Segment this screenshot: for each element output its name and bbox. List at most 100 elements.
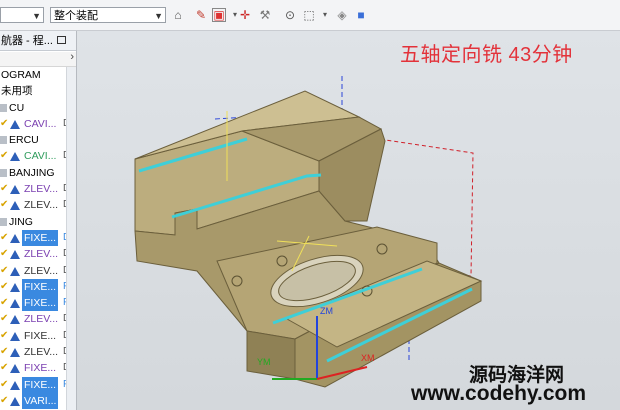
navigator-row-label: ZLEV...	[24, 183, 59, 196]
navigator-row-label: ZLEV...	[24, 264, 59, 277]
status-check-icon: ✔	[0, 394, 9, 406]
navigator-row[interactable]: 未用项	[0, 83, 76, 99]
operation-icon	[9, 119, 21, 130]
box-select-icon[interactable]: ⬚	[302, 8, 316, 22]
snap-point-icon[interactable]: ✎	[194, 8, 208, 22]
navigator-row[interactable]: ✔FIXE...D	[0, 229, 76, 246]
navigator-row[interactable]: ✔ZLEV...D	[0, 246, 76, 262]
navigator-row[interactable]: OGRAM	[0, 67, 76, 83]
navigator-row-label: FIXE...	[22, 278, 59, 295]
scroll-right-icon[interactable]: ›	[70, 51, 74, 63]
navigator-row[interactable]: ✔FIXE...F	[0, 278, 76, 295]
operation-icon	[9, 331, 21, 342]
dropdown-arrow-icon[interactable]: ▾	[318, 8, 332, 22]
move-icon[interactable]: ✛	[238, 8, 252, 22]
select-type-icon[interactable]: ▣	[212, 8, 226, 22]
navigator-row[interactable]: ✔ZLEV...D	[0, 181, 76, 197]
navigator-row-label: ERCU	[9, 134, 39, 147]
operation-icon	[9, 200, 21, 211]
selection-filter-icon[interactable]: ⌂	[171, 8, 185, 22]
program-group-icon	[0, 168, 7, 177]
navigator-row-label: FIXE...	[24, 362, 57, 375]
navigator-row[interactable]: ✔ZLEV...D	[0, 263, 76, 279]
graphics-viewport[interactable]: ZM YM XM 五轴定向铣 43分钟 源码海洋网 www.codehy.com	[77, 31, 620, 410]
navigator-row-label: ZLEV...	[24, 346, 59, 359]
navigator-row[interactable]: ERCU	[0, 132, 76, 148]
navigator-tree: OGRAM未用项CU✔CAVI...DERCU✔CAVI...DBANJING✔…	[0, 67, 76, 409]
navigator-row-label: CAVI...	[24, 117, 57, 130]
operation-icon	[9, 380, 21, 391]
point-icon[interactable]: ⊙	[283, 8, 297, 22]
navigator-header: 航器 - 程...	[0, 31, 76, 51]
navigator-row[interactable]: ✔CAVI...D	[0, 148, 76, 164]
assembly-scope-value: 整个装配	[54, 10, 98, 22]
navigator-row-label: FIXE...	[22, 295, 59, 312]
program-group-icon	[0, 217, 7, 226]
navigator-row[interactable]: CU	[0, 100, 76, 116]
operation-icon	[9, 298, 21, 309]
navigator-row[interactable]: ✔ZLEV...D	[0, 197, 76, 213]
navigator-row-label: 未用项	[1, 85, 33, 98]
navigator-row[interactable]: ✔ VARI...	[0, 392, 76, 409]
navigator-row-label: FIXE...	[24, 329, 57, 342]
status-check-icon: ✔	[0, 199, 9, 211]
navigator-row[interactable]: BANJING	[0, 165, 76, 181]
vertical-scrollbar[interactable]	[66, 67, 76, 410]
navigator-row-label: OGRAM	[1, 69, 41, 81]
status-check-icon: ✔	[0, 313, 9, 325]
z-axis-label: ZM	[320, 306, 333, 316]
navigator-row[interactable]: ✔FIXE...D	[0, 360, 76, 376]
status-check-icon: ✔	[0, 248, 9, 260]
navigator-row-label: BANJING	[9, 166, 55, 179]
operation-icon	[9, 233, 21, 244]
navigator-row-label: JING	[9, 215, 33, 228]
top-toolbar: ▼ 整个装配 ▼ ⌂ ✎ ▣ ▾ ✛ ⚒ ⊙ ⬚ ▾ ◈ ■	[0, 0, 620, 31]
type-filter-select[interactable]: ▼	[0, 7, 44, 23]
navigator-row[interactable]: ✔ZLEV...D	[0, 311, 76, 327]
operation-icon	[9, 266, 21, 277]
navigator-row[interactable]: ✔FIXE...D	[0, 328, 76, 344]
navigator-row-label: FIXE...	[22, 229, 59, 246]
maximize-icon[interactable]	[57, 36, 66, 44]
status-check-icon: ✔	[0, 183, 9, 195]
operation-icon	[9, 347, 21, 358]
navigator-row-label: VARI...	[22, 392, 59, 409]
shaded-view-icon[interactable]: ◈	[335, 8, 349, 22]
chevron-down-icon: ▼	[32, 11, 41, 21]
status-check-icon: ✔	[0, 329, 9, 341]
assembly-scope-select[interactable]: 整个装配 ▼	[50, 7, 166, 23]
navigator-row-label: ZLEV...	[24, 199, 59, 212]
wrench-icon[interactable]: ⚒	[258, 8, 272, 22]
operation-icon	[9, 249, 21, 260]
watermark-url: www.codehy.com	[411, 382, 587, 405]
navigator-row[interactable]: ✔FIXE...F	[0, 376, 76, 393]
status-check-icon: ✔	[0, 231, 9, 243]
status-check-icon: ✔	[0, 362, 9, 374]
navigator-row[interactable]: JING	[0, 214, 76, 230]
status-check-icon: ✔	[0, 280, 9, 292]
status-check-icon: ✔	[0, 346, 9, 358]
cad-model-view: ZM YM XM	[134, 76, 483, 388]
cube-view-icon[interactable]: ■	[354, 8, 368, 22]
navigator-row-label: CU	[9, 101, 25, 114]
chevron-down-icon: ▼	[154, 11, 163, 21]
navigator-title: 航器 - 程...	[1, 35, 53, 47]
navigator-row-label: CAVI...	[24, 150, 57, 163]
status-check-icon: ✔	[0, 378, 9, 390]
operation-caption: 五轴定向铣 43分钟	[400, 44, 573, 66]
program-group-icon	[0, 103, 7, 112]
navigator-row[interactable]: ✔FIXE...F	[0, 295, 76, 312]
status-check-icon: ✔	[0, 117, 9, 129]
navigator-row-label: FIXE...	[22, 376, 59, 393]
x-axis-label: XM	[361, 353, 375, 363]
status-check-icon: ✔	[0, 297, 9, 309]
operation-icon	[9, 282, 21, 293]
navigator-row-label: ZLEV...	[24, 313, 59, 326]
navigator-row[interactable]: ✔ZLEV...D	[0, 344, 76, 360]
program-group-icon	[0, 136, 7, 145]
navigator-row[interactable]: ✔CAVI...D	[0, 116, 76, 132]
navigator-row-label: ZLEV...	[24, 248, 59, 261]
operation-icon	[9, 151, 21, 162]
navigator-column-header: ›	[0, 51, 76, 67]
y-axis-label: YM	[257, 357, 271, 367]
